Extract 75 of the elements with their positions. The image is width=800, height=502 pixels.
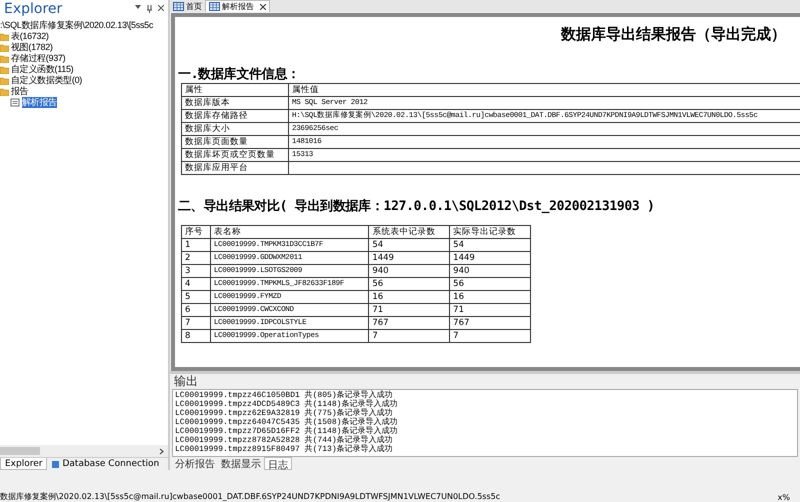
log-line: LC00019999.tmpzz7D65D16FF2 共(1148)条记录导入成功	[175, 427, 398, 436]
column-header: 属性	[182, 84, 288, 96]
column-header: 序号	[182, 226, 210, 238]
table-cell: 56	[450, 278, 530, 290]
table-cell: 数据库版本	[182, 96, 288, 110]
tree-item[interactable]: 表(16732)	[11, 31, 49, 42]
table-cell: 数据库页面数量	[182, 136, 288, 148]
log-line: LC00019999.tmpzz4DCD5489C3 共(1148)条记录导入成功	[175, 400, 398, 409]
column-header: 属性值	[288, 84, 800, 96]
table-cell: 71	[450, 304, 530, 316]
table-cell: 16	[450, 290, 530, 304]
close-icon[interactable]	[158, 5, 164, 11]
document-icon	[10, 98, 20, 107]
status-path: 数据库修复案例\2020.02.13\[5ss5c@mail.ru]cwbase0001_DAT.DBF.6SYP24UND7KPDNI9A9LDTWFSJMN1VLWEC7UN0LDO.5ss5c	[0, 491, 500, 502]
document-tab[interactable]: 解析报告	[205, 0, 270, 12]
dropdown-icon[interactable]	[135, 5, 141, 9]
panel-tab[interactable]: Database Connection	[47, 458, 164, 470]
scroll-right-icon[interactable]	[159, 448, 164, 454]
table-cell: 5	[182, 290, 210, 304]
pin-icon[interactable]	[147, 5, 152, 13]
panel-title: 输出	[173, 374, 199, 389]
table-cell: 6	[182, 304, 210, 316]
panel-title: Explorer	[4, 1, 62, 17]
table-cell: 数据库应用平台	[182, 162, 288, 174]
table-cell: 1449	[450, 252, 530, 264]
tree-item[interactable]: 自定义数据类型(0)	[11, 75, 82, 86]
table-cell: 1449	[368, 252, 450, 264]
column-header: 表名称	[210, 226, 369, 238]
table-cell: 940	[368, 264, 450, 278]
table-cell: 7	[368, 330, 450, 342]
table-cell: 1	[182, 238, 210, 252]
table-cell: 7	[450, 330, 530, 342]
section-heading: 一.数据库文件信息：	[178, 66, 301, 83]
section-heading: 二、导出结果对比( 导出到数据库：127.0.0.1\SQL2012\Dst_202002131903 )	[178, 198, 656, 215]
table-cell: 数据库坏页或空页数量	[182, 148, 288, 162]
table-cell: 54	[450, 238, 530, 252]
zoom-level: x%	[778, 493, 790, 502]
table-cell: 56	[368, 278, 450, 290]
table-cell: 54	[368, 238, 450, 252]
table-cell: 940	[450, 264, 530, 278]
table-cell: 2	[182, 252, 210, 264]
table-cell: 71	[368, 304, 450, 316]
tree-item[interactable]: 存储过程(937)	[11, 53, 66, 64]
scrollbar-thumb[interactable]	[0, 447, 40, 455]
tree-item[interactable]: :\SQL数据库修复案例\2020.02.13\[5ss5c	[0, 20, 154, 31]
report-title: 数据库导出结果报告（导出完成）	[561, 25, 786, 43]
table-cell: 3	[182, 264, 210, 278]
column-header: 实际导出记录数	[450, 226, 530, 238]
table-cell: 16	[368, 290, 450, 304]
log-line: LC00019999.tmpzz46C1050BD1 共(805)条记录导入成功	[175, 391, 393, 400]
table-cell: 7	[182, 316, 210, 330]
log-line: LC00019999.tmpzz8915F80497 共(713)条记录导入成功	[175, 445, 394, 454]
column-header: 系统表中记录数	[368, 226, 450, 238]
table-cell: 8	[182, 330, 210, 342]
table-cell: 数据库存储路径	[182, 110, 288, 122]
table-cell: 数据库大小	[182, 122, 288, 136]
tree-item[interactable]: 解析报告	[22, 97, 57, 108]
log-line: LC00019999.tmpzz62E9A32819 共(775)条记录导入成功	[175, 409, 393, 418]
table-icon	[173, 2, 184, 10]
database-icon	[51, 460, 60, 468]
table-icon	[209, 2, 220, 11]
log-line: LC00019999.tmpzz8782A52828 共(744)条记录导入成功	[175, 436, 394, 445]
tree-item[interactable]: 视图(1782)	[11, 42, 53, 53]
panel-tab[interactable]: 数据显示	[218, 457, 264, 470]
close-icon[interactable]	[260, 4, 266, 10]
panel-tab[interactable]: 日志	[264, 457, 292, 470]
table-cell: 767	[450, 316, 530, 330]
panel-tab[interactable]: Explorer	[0, 458, 48, 470]
panel-tab[interactable]: 分析报告	[172, 457, 218, 470]
tree-item[interactable]: 自定义函数(115)	[11, 64, 74, 75]
table-cell: 4	[182, 278, 210, 290]
table-cell: 767	[368, 316, 450, 330]
document-tab[interactable]: 首页	[170, 0, 205, 12]
log-line: LC00019999.tmpzz64047C5435 共(1508)条记录导入成功	[175, 418, 398, 427]
tree-item[interactable]: 报告	[11, 86, 28, 97]
